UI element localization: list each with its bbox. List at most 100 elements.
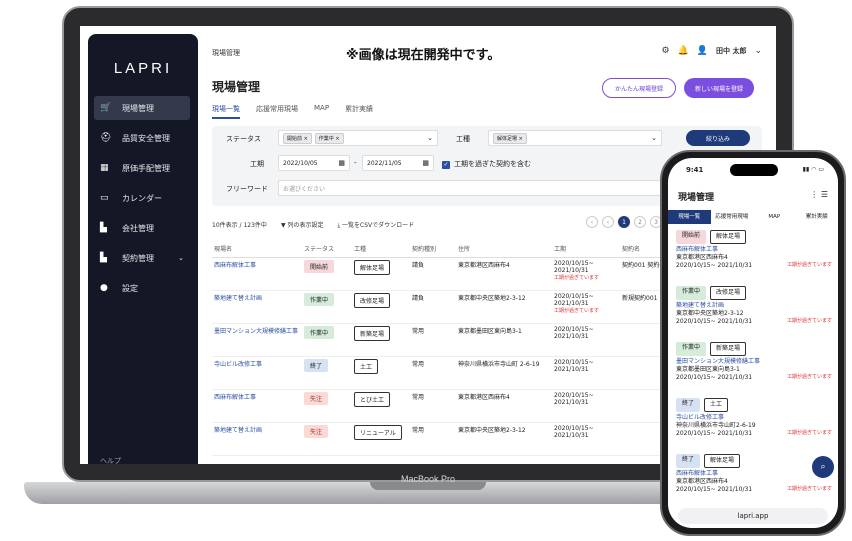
page-button[interactable]: 2	[634, 216, 646, 228]
filter-button[interactable]: 絞り込み	[686, 130, 750, 146]
site-name-link[interactable]: 西麻布解体工事	[676, 470, 832, 478]
column-header[interactable]: 現場名	[212, 240, 302, 258]
sidebar-item-calendar[interactable]: ▭ カレンダー	[94, 186, 190, 210]
work-type-tag: 土工	[704, 398, 729, 413]
phone-time: 9:41	[686, 166, 704, 174]
tab-site-list[interactable]: 現場一覧	[212, 104, 240, 119]
site-name-link[interactable]: 寺山ビル改修工事	[214, 361, 262, 368]
tab-map[interactable]: MAP	[314, 104, 329, 119]
contract-type: 常用	[410, 422, 456, 456]
bell-icon[interactable]: 🔔	[678, 46, 689, 56]
address: 神奈川県横浜市寺山町 2-6-19	[456, 356, 552, 390]
status-chip[interactable]: 作業中 ×	[314, 132, 344, 144]
work-type-tag: とび土工	[354, 392, 391, 407]
csv-download-link[interactable]: ⤓ 一覧をCSVでダウンロード	[337, 220, 414, 230]
gear-icon[interactable]: ⚙	[662, 46, 670, 56]
tab-cumulative[interactable]: 累計実績	[345, 104, 373, 119]
status-badge: 開始前	[676, 230, 707, 245]
status-badge: 失注	[304, 392, 329, 405]
tabs: 現場一覧 応援常用現場 MAP 累計実績	[212, 104, 373, 119]
status-chip[interactable]: 開始前 ×	[283, 132, 312, 144]
freeword-input[interactable]: お選びください	[278, 180, 662, 196]
status-badge: 開始前	[304, 260, 335, 273]
column-header[interactable]: 契約種別	[410, 240, 456, 258]
column-header[interactable]: ステータス	[302, 240, 352, 258]
site-name-link[interactable]: 築地建て替え計画	[214, 427, 262, 434]
tab-map[interactable]: MAP	[753, 210, 796, 224]
site-name-link[interactable]: 寺山ビル改修工事	[676, 414, 832, 422]
period: 2020/10/15~ 2021/10/31	[552, 356, 620, 390]
sidebar-item-company[interactable]: ▙ 会社管理	[94, 216, 190, 240]
type-label: 工種	[456, 135, 470, 143]
period: 2020/10/15~ 2021/10/31	[552, 323, 620, 357]
site-name-link[interactable]: 墨田マンション大規模修繕工事	[214, 328, 298, 335]
sidebar-item-settings[interactable]: ● 設定	[94, 276, 190, 300]
overdue-warning: 工期が過ぎています	[786, 262, 832, 269]
tab-cumulative[interactable]: 累計実績	[796, 210, 839, 224]
url-bar[interactable]: lapri.app	[678, 508, 828, 524]
period: 2020/10/15~ 2021/10/31 工期が過ぎています	[676, 486, 832, 494]
list-item[interactable]: 終了 解体足場 西麻布解体工事 東京都港区西麻布4 2020/10/15~ 202…	[676, 454, 832, 494]
phone-screen: 9:41 ▮▮ ◠ ▭ 現場管理 ⋮ ☰ 現場一覧 応援常用現場 MAP 累計実…	[668, 158, 838, 528]
site-name-link[interactable]: 墨田マンション大規模修繕工事	[676, 358, 832, 366]
type-chip[interactable]: 解体足場 ×	[493, 132, 527, 144]
contract-type: 常用	[410, 389, 456, 423]
work-type-tag: 新築足場	[710, 342, 747, 357]
site-name-link[interactable]: 西麻布解体工事	[676, 246, 832, 254]
site-name-link[interactable]: 築地建て替え計画	[214, 295, 262, 302]
breadcrumb: 現場管理	[212, 49, 240, 57]
address: 東京都墨田区東向島3-1	[456, 323, 552, 357]
menu-icon[interactable]: ⋮ ☰	[810, 190, 828, 199]
user-name[interactable]: 田中 太郎	[716, 46, 746, 56]
column-header[interactable]: 工期	[552, 240, 620, 258]
date-to-field[interactable]: 2022/11/05 ▦	[362, 155, 434, 171]
help-link[interactable]: ヘルプ	[100, 456, 121, 464]
status-badge: 作業中	[676, 342, 707, 357]
sidebar-item-contract[interactable]: ▙ 契約管理 ⌄	[94, 246, 190, 270]
page-button[interactable]: 1	[618, 216, 630, 228]
column-header[interactable]: 住所	[456, 240, 552, 258]
include-expired-checkbox[interactable]: ✓ 工期を過ぎた契約を含む	[442, 159, 531, 169]
tab-support-sites[interactable]: 応援常用現場	[711, 210, 754, 224]
date-from-field[interactable]: 2022/10/05 ▦	[278, 155, 350, 171]
contract-icon: ▙	[100, 253, 107, 263]
sidebar-item-cost[interactable]: ▦ 原価手配管理	[94, 156, 190, 180]
site-name-link[interactable]: 西麻布解体工事	[214, 262, 256, 269]
tab-site-list[interactable]: 現場一覧	[668, 210, 711, 224]
sidebar-item-label: 会社管理	[122, 223, 154, 233]
sidebar: LAPRI 🛒 現場管理 ⛑ 品質安全管理 ▦ 原価手配管理 ▭ カレンダー ▙…	[88, 34, 198, 464]
tab-support-sites[interactable]: 応援常用現場	[256, 104, 298, 119]
chevron-down-icon[interactable]: ⌄	[754, 46, 762, 56]
sidebar-item-label: 原価手配管理	[122, 163, 170, 173]
sidebar-item-label: 設定	[122, 283, 138, 293]
laptop-notch	[370, 482, 486, 490]
site-name-link[interactable]: 西麻布解体工事	[214, 394, 256, 401]
address: 東京都中央区築地2-3-12	[456, 290, 552, 324]
result-bar: 10件表示 / 123件中 ▼ 列の表示設定 ⤓ 一覧をCSVでダウンロード	[212, 220, 414, 230]
list-item[interactable]: 開始前 解体足場 西麻布解体工事 東京都港区西麻布4 2020/10/15~ 20…	[676, 230, 832, 270]
search-fab-button[interactable]: ⌕	[812, 456, 834, 478]
period: 2020/10/15~ 2021/10/31 工期が過ぎています	[676, 262, 832, 270]
user-icon[interactable]: 👤	[697, 46, 708, 56]
person-icon: ●	[100, 283, 108, 293]
cart-icon: 🛒	[100, 103, 112, 113]
calendar-icon: ▦	[422, 159, 429, 167]
site-name-link[interactable]: 築地建て替え計画	[676, 302, 832, 310]
prev-page-button[interactable]: ‹	[586, 216, 598, 228]
list-item[interactable]: 作業中 新築足場 墨田マンション大規模修繕工事 東京都墨田区東向島3-1 2020…	[676, 342, 832, 382]
column-header[interactable]: 工種	[352, 240, 410, 258]
new-site-button[interactable]: 新しい現場を登録	[684, 78, 754, 98]
list-item[interactable]: 終了 土工 寺山ビル改修工事 神奈川県横浜市寺山町2-6-19 2020/10/1…	[676, 398, 832, 438]
display-settings-link[interactable]: ▼ 列の表示設定	[281, 220, 324, 230]
prev-page-button[interactable]: ‹	[602, 216, 614, 228]
status-select[interactable]: 開始前 × 作業中 × ⌄	[278, 130, 438, 146]
period: 2020/10/15~ 2021/10/31	[552, 389, 620, 423]
type-select[interactable]: 解体足場 × ⌄	[488, 130, 662, 146]
list-item[interactable]: 作業中 改修足場 築地建て替え計画 東京都中央区築地2-3-12 2020/10/…	[676, 286, 832, 326]
sidebar-item-site-management[interactable]: 🛒 現場管理	[94, 96, 190, 120]
calculator-icon: ▦	[100, 163, 109, 173]
simple-register-button[interactable]: かんたん現場登録	[602, 78, 676, 98]
building-icon: ▙	[100, 223, 107, 233]
phone-frame: 9:41 ▮▮ ◠ ▭ 現場管理 ⋮ ☰ 現場一覧 応援常用現場 MAP 累計実…	[660, 150, 846, 536]
sidebar-item-quality-safety[interactable]: ⛑ 品質安全管理	[94, 126, 190, 150]
